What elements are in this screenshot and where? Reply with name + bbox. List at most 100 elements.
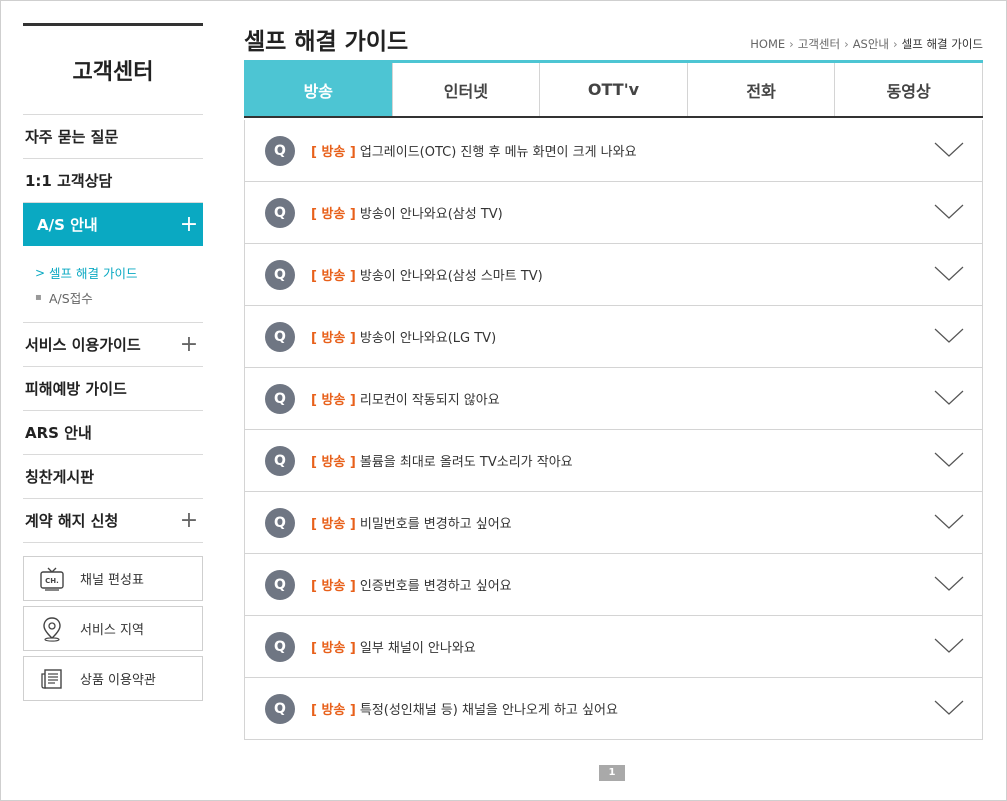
sidebar-item-consult[interactable]: 1:1 고객상담 [23,159,203,203]
chevron-down-icon[interactable] [934,452,964,472]
q-badge: Q [265,507,295,538]
tv-channel-icon: CH. [24,567,80,591]
sidebar-item-label: A/S 안내 [37,216,98,234]
faq-question: 방송이 안나와요(LG TV) [359,331,497,346]
page-number-current[interactable]: 1 [599,765,625,781]
sidebar: 고객센터 자주 묻는 질문 1:1 고객상담 A/S 안내 + > 셀프 해결 … [23,23,203,706]
chevron-down-icon[interactable] [934,328,964,348]
bullet-icon: ▪ [35,292,42,303]
faq-category: [ 방송 ] [311,579,356,594]
chevron-down-icon[interactable] [934,514,964,534]
sidebar-item-as-guide[interactable]: A/S 안내 + [23,203,203,246]
faq-item[interactable]: Q [ 방송 ] 볼륨을 최대로 올려도 TV소리가 작아요 [245,430,982,492]
q-badge: Q [265,445,295,476]
quick-link-label: 상품 이용약관 [80,673,156,688]
faq-category: [ 방송 ] [311,269,356,284]
faq-category: [ 방송 ] [311,455,356,470]
faq-category: [ 방송 ] [311,641,356,656]
faq-item[interactable]: Q [ 방송 ] 방송이 안나와요(LG TV) [245,306,982,368]
sidebar-item-label: 피해예방 가이드 [25,380,127,398]
pagination: 1 [599,760,625,781]
faq-item[interactable]: Q [ 방송 ] 업그레이드(OTC) 진행 후 메뉴 화면이 크게 나와요 [245,120,982,182]
sidebar-item-service-guide[interactable]: 서비스 이용가이드 + [23,323,203,367]
plus-icon[interactable]: + [179,213,199,236]
tab-broadcast[interactable]: 방송 [244,63,393,116]
tab-video[interactable]: 동영상 [835,63,983,116]
tab-internet[interactable]: 인터넷 [393,63,541,116]
q-badge: Q [265,693,295,724]
faq-category: [ 방송 ] [311,207,356,222]
sidebar-item-ars[interactable]: ARS 안내 [23,411,203,455]
plus-icon[interactable]: + [179,509,199,532]
faq-question: 업그레이드(OTC) 진행 후 메뉴 화면이 크게 나와요 [359,145,637,160]
faq-item[interactable]: Q [ 방송 ] 일부 채널이 안나와요 [245,616,982,678]
faq-category: [ 방송 ] [311,393,356,408]
faq-item[interactable]: Q [ 방송 ] 비밀번호를 변경하고 싶어요 [245,492,982,554]
faq-item[interactable]: Q [ 방송 ] 방송이 안나와요(삼성 스마트 TV) [245,244,982,306]
tab-ottv[interactable]: OTT'v [540,63,688,116]
faq-category: [ 방송 ] [311,517,356,532]
chevron-down-icon[interactable] [934,204,964,224]
submenu-item-as-request[interactable]: ▪ A/S접수 [35,285,203,310]
breadcrumb-as-guide[interactable]: AS안내 [853,36,889,52]
document-icon [24,667,80,691]
submenu: > 셀프 해결 가이드 ▪ A/S접수 [23,246,203,323]
chevron-down-icon[interactable] [934,638,964,658]
sidebar-item-label: 자주 묻는 질문 [25,128,119,146]
chevron-down-icon[interactable] [934,142,964,162]
faq-question: 인증번호를 변경하고 싶어요 [359,579,512,594]
breadcrumb-current: 셀프 해결 가이드 [901,37,983,51]
faq-question: 특정(성인채널 등) 채널을 안나오게 하고 싶어요 [359,703,618,718]
map-pin-icon [24,616,80,642]
q-badge: Q [265,321,295,352]
sidebar-item-praise-board[interactable]: 칭찬게시판 [23,455,203,499]
faq-category: [ 방송 ] [311,145,356,160]
submenu-item-self-guide[interactable]: > 셀프 해결 가이드 [35,260,203,285]
chevron-down-icon[interactable] [934,390,964,410]
chevron-down-icon[interactable] [934,266,964,286]
faq-item[interactable]: Q [ 방송 ] 방송이 안나와요(삼성 TV) [245,182,982,244]
quick-link-label: 서비스 지역 [80,623,144,638]
tab-phone[interactable]: 전화 [688,63,836,116]
chevron-right-icon: › [789,37,794,51]
q-badge: Q [265,569,295,600]
sidebar-item-label: ARS 안내 [25,424,92,442]
faq-question: 볼륨을 최대로 올려도 TV소리가 작아요 [359,455,573,470]
faq-category: [ 방송 ] [311,703,356,718]
quick-links: CH. 채널 편성표 서비스 지역 상품 이용약관 [23,556,203,701]
faq-question: 비밀번호를 변경하고 싶어요 [359,517,512,532]
category-tabs: 방송 인터넷 OTT'v 전화 동영상 [244,60,983,118]
faq-item[interactable]: Q [ 방송 ] 리모컨이 작동되지 않아요 [245,368,982,430]
sidebar-title: 고객센터 [23,26,203,115]
breadcrumb: HOME › 고객센터 › AS안내 › 셀프 해결 가이드 [750,36,983,52]
breadcrumb-customer-center[interactable]: 고객센터 [798,36,840,52]
sidebar-item-cancel-contract[interactable]: 계약 해지 신청 + [23,499,203,543]
quick-link-label: 채널 편성표 [80,573,144,588]
chevron-down-icon[interactable] [934,700,964,720]
faq-question: 리모컨이 작동되지 않아요 [359,393,500,408]
channel-icon-text: CH. [45,577,59,585]
breadcrumb-home[interactable]: HOME [750,37,785,51]
quick-link-service-area[interactable]: 서비스 지역 [23,606,203,651]
submenu-item-label: 셀프 해결 가이드 [49,266,138,281]
sidebar-item-label: 1:1 고객상담 [25,172,113,190]
q-badge: Q [265,135,295,166]
chevron-down-icon[interactable] [934,576,964,596]
chevron-right-icon: › [844,37,849,51]
faq-question: 방송이 안나와요(삼성 스마트 TV) [359,269,543,284]
plus-icon[interactable]: + [179,333,199,356]
submenu-item-label: A/S접수 [49,291,93,306]
sidebar-item-damage-prevention[interactable]: 피해예방 가이드 [23,367,203,411]
chevron-right-icon: > [35,265,46,280]
quick-link-channel-guide[interactable]: CH. 채널 편성표 [23,556,203,601]
faq-item[interactable]: Q [ 방송 ] 특정(성인채널 등) 채널을 안나오게 하고 싶어요 [245,678,982,740]
sidebar-item-label: 서비스 이용가이드 [25,336,141,354]
q-badge: Q [265,259,295,290]
faq-list: Q[ 방송 ] 업그레이드(OTC) 진행 후 메뉴 화면이 크게 나와요 Q[ 방… [244,120,983,740]
faq-item[interactable]: Q [ 방송 ] 인증번호를 변경하고 싶어요 [245,554,982,616]
quick-link-terms[interactable]: 상품 이용약관 [23,656,203,701]
q-badge: Q [265,631,295,662]
sidebar-item-label: 계약 해지 신청 [25,512,119,530]
sidebar-item-faq[interactable]: 자주 묻는 질문 [23,115,203,159]
page-title: 셀프 해결 가이드 [244,29,409,55]
